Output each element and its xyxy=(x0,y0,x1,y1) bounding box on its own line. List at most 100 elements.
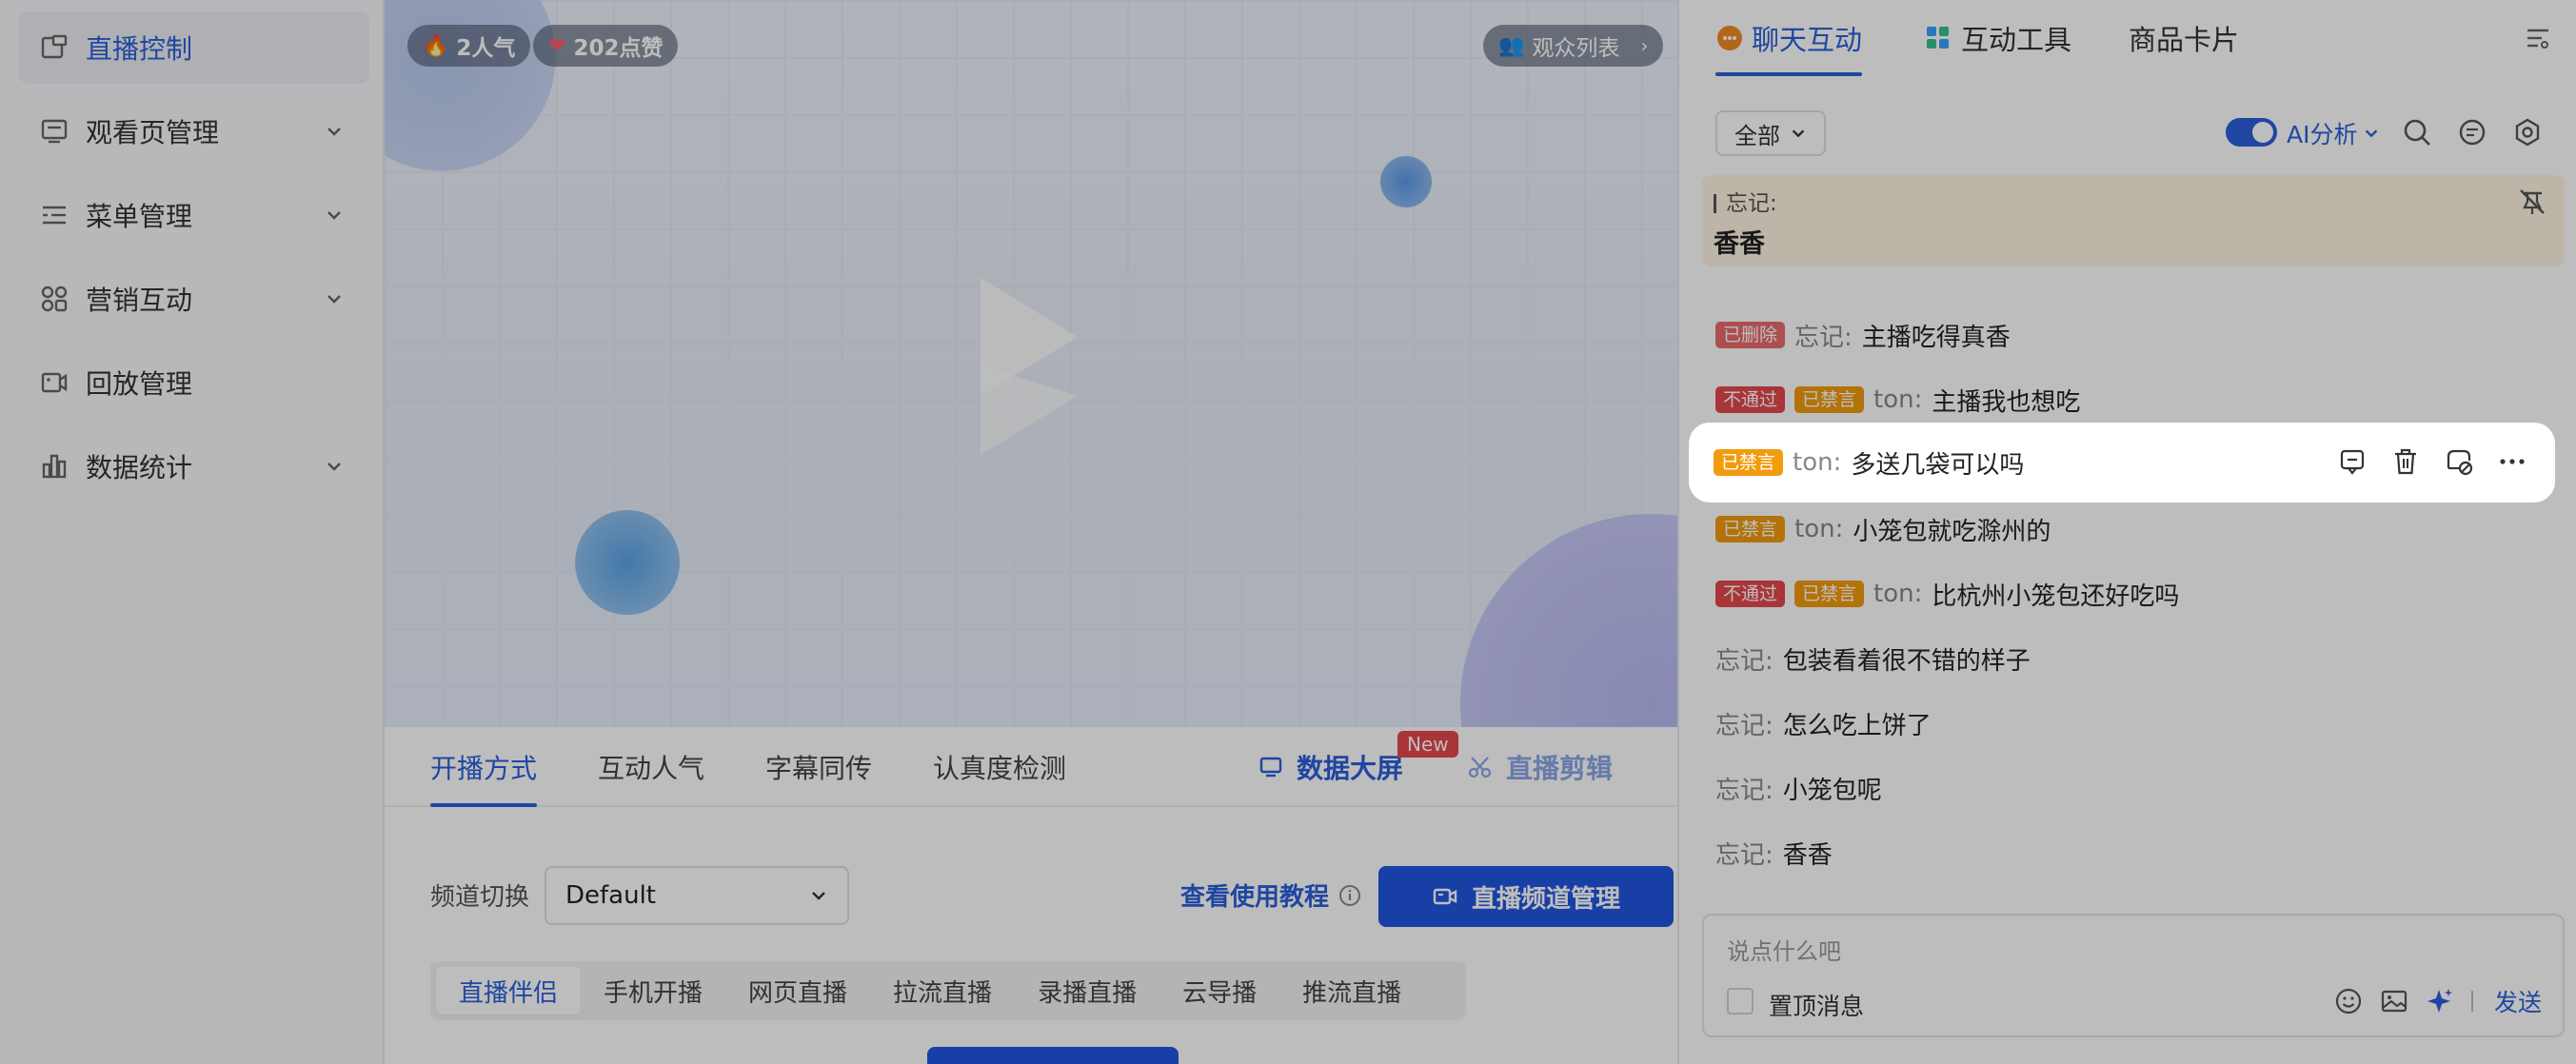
message-text: 香香 xyxy=(1782,840,1833,870)
audience-list-label: 观众列表 xyxy=(1532,36,1620,61)
image-icon[interactable] xyxy=(2380,987,2408,1015)
message-text: 怎么吃上饼了 xyxy=(1782,711,1932,740)
chevron-right-icon: › xyxy=(1640,34,1649,57)
pinned-text: 香香 xyxy=(1714,229,1765,259)
sidebar-item-label: 观看页管理 xyxy=(86,117,220,148)
marketing-icon xyxy=(40,285,69,313)
message-filter-select[interactable]: 全部 xyxy=(1715,110,1826,156)
tab-live-mode[interactable]: 开播方式 xyxy=(430,727,538,807)
users-icon: 👥 xyxy=(1498,33,1525,58)
mute-user-icon[interactable] xyxy=(2443,445,2475,478)
emoji-icon[interactable] xyxy=(2334,987,2363,1015)
pinned-message: 忘记: 香香 xyxy=(1702,175,2565,266)
sidebar: 直播控制 观看页管理 菜单管理 营销互动 回放管理 数据统计 xyxy=(0,0,385,1064)
comment-icon[interactable] xyxy=(2456,116,2488,148)
chat-message[interactable]: 忘记: 小笼包呢 xyxy=(1715,769,1882,807)
watch-page-icon xyxy=(40,117,69,146)
gear-icon[interactable] xyxy=(2511,116,2544,148)
message-text: 小笼包呢 xyxy=(1782,776,1882,805)
pin-message-icon[interactable] xyxy=(2336,445,2368,478)
message-author: ton: xyxy=(1873,580,1923,608)
tab-interaction-popularity[interactable]: 互动人气 xyxy=(598,727,704,807)
live-mode-bar: 直播伴侣 手机开播 网页直播 拉流直播 录播直播 云导播 推流直播 xyxy=(430,961,1466,1020)
rejected-tag: 不通过 xyxy=(1715,581,1786,607)
camera-icon xyxy=(1433,888,1457,905)
sidebar-item-live-control[interactable]: 直播控制 xyxy=(19,11,369,84)
mode-web[interactable]: 网页直播 xyxy=(725,967,870,1015)
mode-pull-stream[interactable]: 拉流直播 xyxy=(870,967,1015,1015)
message-text: 包装看着很不错的样子 xyxy=(1782,646,2031,676)
scissors-icon xyxy=(1468,757,1492,778)
ai-sparkle-icon[interactable] xyxy=(2426,987,2454,1015)
panel-settings-icon[interactable] xyxy=(2525,25,2551,51)
tab-subtitles[interactable]: 字幕同传 xyxy=(765,727,872,807)
message-actions xyxy=(2336,445,2528,478)
chat-message[interactable]: 忘记: 怎么吃上饼了 xyxy=(1715,704,1932,742)
ai-analysis-toggle[interactable] xyxy=(2226,118,2277,147)
sidebar-item-marketing[interactable]: 营销互动 xyxy=(19,263,369,335)
chat-bubble-icon xyxy=(1717,26,1742,50)
chat-panel: 聊天互动 互动工具 商品卡片 全部 AI分析 忘记: 香香 已删除 忘记: 主播… xyxy=(1677,0,2576,1064)
main-panel: 🔥 2人气 ❤ 202点赞 👥 观众列表 › 开播方式 互动人气 字幕同传 认真… xyxy=(385,0,1677,1064)
tab-attention-check[interactable]: 认真度检测 xyxy=(933,727,1066,807)
send-button[interactable]: 发送 xyxy=(2494,984,2542,1018)
message-text: 主播我也想吃 xyxy=(1932,387,2081,417)
screen-icon xyxy=(1259,757,1282,778)
audience-list-button[interactable]: 👥 观众列表 › xyxy=(1483,25,1664,67)
message-input[interactable]: 说点什么吧 xyxy=(1727,933,1841,966)
mode-cloud-director[interactable]: 云导播 xyxy=(1159,967,1279,1015)
fire-icon: 🔥 xyxy=(423,33,449,58)
sidebar-item-watch-page[interactable]: 观看页管理 xyxy=(19,95,369,167)
message-author: ton: xyxy=(1873,385,1923,414)
live-clip-link[interactable]: 直播剪辑 xyxy=(1468,727,1613,807)
chat-message[interactable]: 已删除 忘记: 主播吃得真香 xyxy=(1715,316,2011,354)
muted-tag: 已禁言 xyxy=(1714,449,1784,476)
unpin-icon[interactable] xyxy=(2517,187,2547,217)
sidebar-item-label: 营销互动 xyxy=(86,285,193,316)
message-author: 忘记: xyxy=(1715,840,1773,870)
chevron-down-icon xyxy=(320,285,348,313)
mode-mobile[interactable]: 手机开播 xyxy=(581,967,725,1015)
message-text: 小笼包就吃滁州的 xyxy=(1853,517,2051,546)
data-screen-link[interactable]: 数据大屏 xyxy=(1258,727,1403,807)
sidebar-item-menu[interactable]: 菜单管理 xyxy=(19,179,369,251)
tutorial-link[interactable]: 查看使用教程 xyxy=(1180,877,1361,913)
sidebar-item-stats[interactable]: 数据统计 xyxy=(19,430,369,502)
channel-select[interactable]: Default xyxy=(545,866,849,925)
chevron-down-icon xyxy=(320,117,348,146)
chat-message[interactable]: 忘记: 包装看着很不错的样子 xyxy=(1715,640,2031,678)
divider xyxy=(2470,991,2473,1012)
sidebar-item-playback[interactable]: 回放管理 xyxy=(19,346,369,419)
channel-select-value: Default xyxy=(565,881,656,910)
channel-switch-label: 频道切换 xyxy=(430,883,530,912)
message-text: 多送几袋可以吗 xyxy=(1851,450,2025,480)
sidebar-item-label: 直播控制 xyxy=(86,33,193,65)
tab-chat[interactable]: 聊天互动 xyxy=(1715,0,1863,76)
chat-message[interactable]: 不通过 已禁言 ton: 比杭州小笼包还好吃吗 xyxy=(1715,575,2179,613)
chat-message[interactable]: 不通过 已禁言 ton: 主播我也想吃 xyxy=(1715,381,2080,419)
message-author: 忘记: xyxy=(1715,646,1773,676)
playback-icon xyxy=(40,368,69,397)
chat-message[interactable]: 已禁言 ton: 小笼包就吃滁州的 xyxy=(1715,510,2051,548)
pinned-author: 忘记: xyxy=(1714,185,1777,217)
likes-count: 202点赞 xyxy=(573,36,664,61)
muted-tag: 已禁言 xyxy=(1715,516,1786,542)
live-control-icon xyxy=(40,33,69,62)
more-icon[interactable] xyxy=(2496,445,2528,478)
video-preview: 🔥 2人气 ❤ 202点赞 👥 观众列表 › xyxy=(385,0,1677,727)
chat-message[interactable]: 忘记: 香香 xyxy=(1715,834,1833,872)
channel-manage-button[interactable]: 直播频道管理 xyxy=(1378,866,1674,927)
pin-message-checkbox[interactable] xyxy=(1727,988,1754,1015)
message-composer[interactable]: 说点什么吧 置顶消息 发送 xyxy=(1702,914,2565,1037)
message-author: 忘记: xyxy=(1715,776,1773,805)
mode-recorded[interactable]: 录播直播 xyxy=(1015,967,1159,1015)
tab-product-cards[interactable]: 商品卡片 xyxy=(2129,0,2239,76)
search-icon[interactable] xyxy=(2401,116,2433,148)
start-live-button[interactable] xyxy=(927,1047,1179,1064)
highlighted-chat-message[interactable]: 已禁言 ton: 多送几袋可以吗 xyxy=(1689,423,2555,502)
mode-live-companion[interactable]: 直播伴侣 xyxy=(436,967,582,1015)
ai-analysis-dropdown[interactable]: AI分析 xyxy=(2287,116,2380,150)
mode-push-stream[interactable]: 推流直播 xyxy=(1279,967,1424,1015)
trash-icon[interactable] xyxy=(2389,445,2422,478)
tab-interaction-tools[interactable]: 互动工具 xyxy=(1925,0,2071,76)
